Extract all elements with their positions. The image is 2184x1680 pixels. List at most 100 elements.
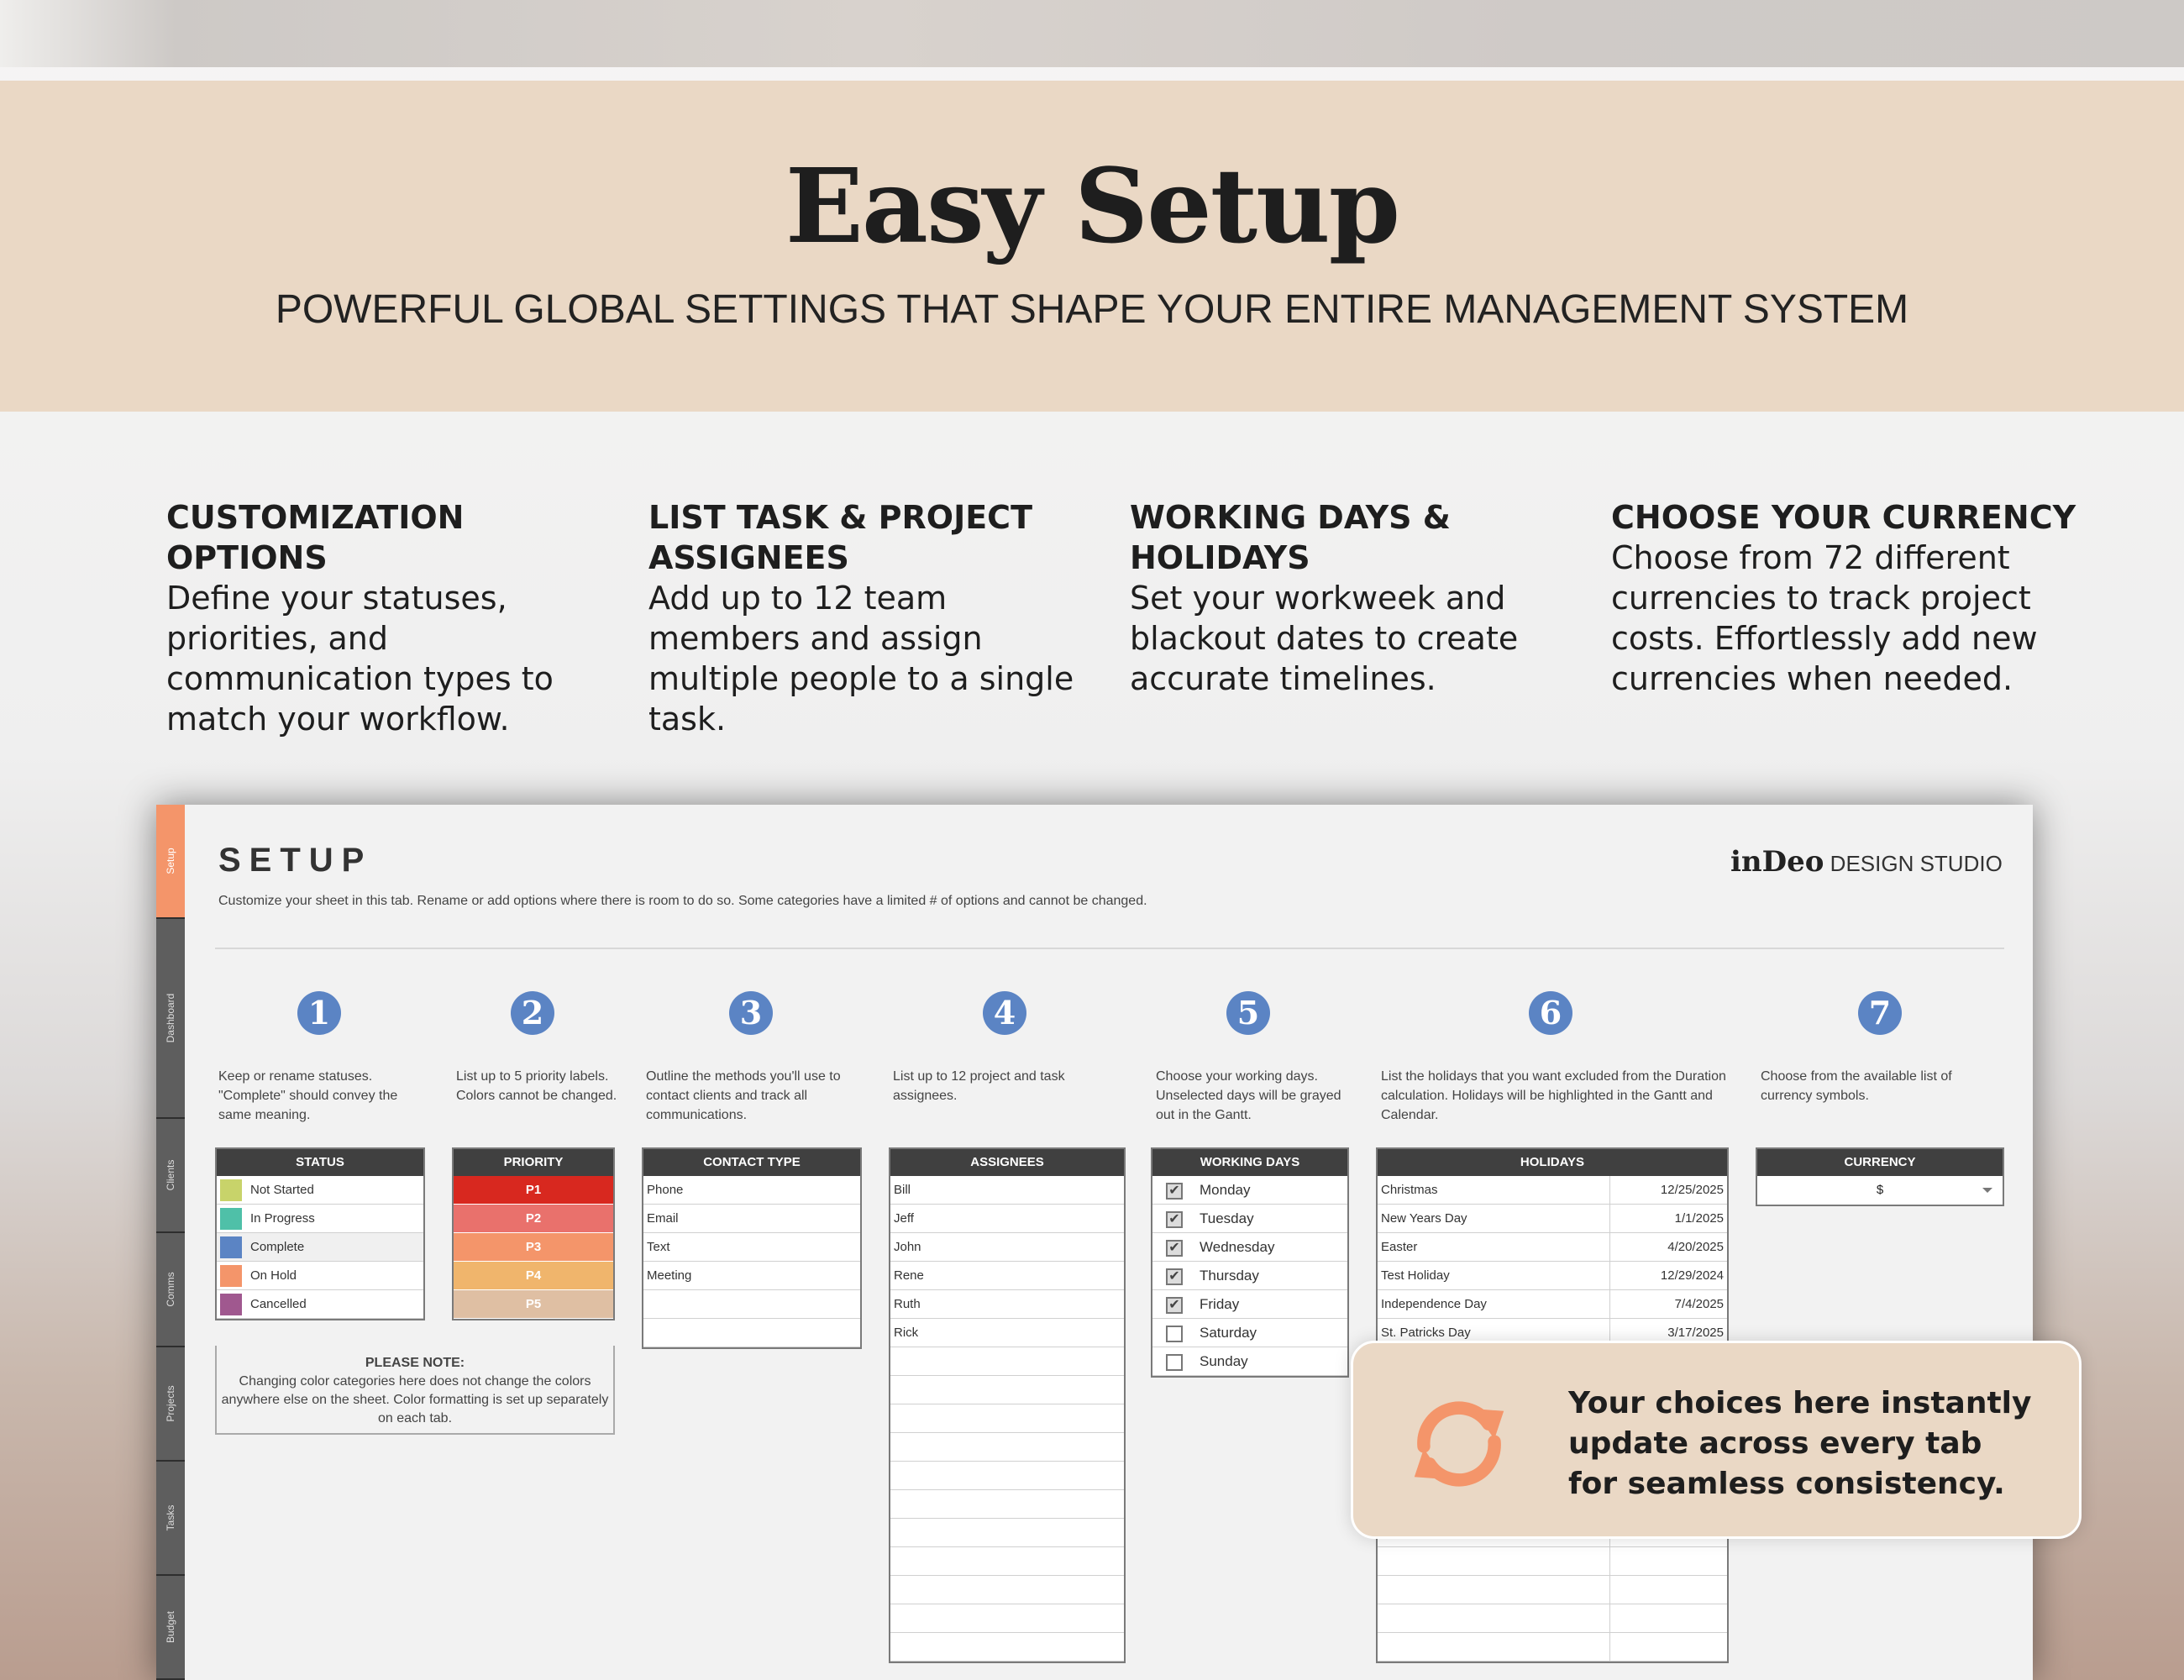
checkbox[interactable]: ✔ <box>1166 1211 1183 1228</box>
table-row[interactable]: Easter 4/20/2025 <box>1378 1233 1727 1262</box>
table-row[interactable]: Text <box>643 1233 860 1262</box>
tab-label: Budget <box>165 1610 176 1644</box>
feature-title: CHOOSE YOUR CURRENCY <box>1611 499 2076 536</box>
table-row[interactable] <box>1378 1576 1727 1604</box>
table-row: Sunday <box>1152 1347 1347 1376</box>
table-row[interactable]: Christmas 12/25/2025 <box>1378 1176 1727 1205</box>
currency-dropdown[interactable]: $ <box>1757 1176 2003 1205</box>
table-row[interactable] <box>890 1547 1124 1576</box>
status-color-swatch <box>220 1294 242 1315</box>
checkbox[interactable]: ✔ <box>1166 1268 1183 1285</box>
table-row[interactable]: Independence Day 7/4/2025 <box>1378 1290 1727 1319</box>
table-row[interactable]: Cancelled <box>217 1290 423 1319</box>
table-row: ✔ Wednesday <box>1152 1233 1347 1262</box>
checkbox[interactable]: ✔ <box>1166 1183 1183 1200</box>
checkbox[interactable]: ✔ <box>1166 1240 1183 1257</box>
table-row[interactable]: P1 <box>454 1176 613 1205</box>
table-row[interactable]: Rick <box>890 1319 1124 1347</box>
logo-brand: inDeo <box>1730 845 1824 879</box>
table-row: ✔ Monday <box>1152 1176 1347 1205</box>
sheet-title: SETUP <box>218 842 373 879</box>
working-day-label: Monday <box>1200 1182 1251 1198</box>
feature-customization: CUSTOMIZATION OPTIONS Define your status… <box>166 497 603 739</box>
table-header: PRIORITY <box>454 1149 613 1176</box>
feature-assignees: LIST TASK & PROJECT ASSIGNEES Add up to … <box>648 497 1085 739</box>
table-row[interactable]: Ruth <box>890 1290 1124 1319</box>
table-row[interactable] <box>890 1347 1124 1376</box>
holiday-date: 12/25/2025 <box>1609 1176 1727 1205</box>
holiday-date: 4/20/2025 <box>1609 1233 1727 1262</box>
table-row[interactable]: New Years Day 1/1/2025 <box>1378 1205 1727 1233</box>
holiday-name: Christmas <box>1381 1183 1438 1197</box>
holiday-date <box>1609 1576 1727 1604</box>
table-row[interactable]: Email <box>643 1205 860 1233</box>
table-header: CURRENCY <box>1757 1149 2003 1176</box>
status-color-swatch <box>220 1236 242 1258</box>
step-number-1: 1 <box>297 991 341 1035</box>
table-header: ASSIGNEES <box>890 1149 1124 1176</box>
table-header: WORKING DAYS <box>1152 1149 1347 1176</box>
tab-dashboard[interactable]: Dashboard <box>156 919 185 1119</box>
table-row[interactable] <box>890 1376 1124 1404</box>
table-row[interactable] <box>643 1319 860 1347</box>
feature-desc: Define your statuses, priorities, and co… <box>166 580 554 738</box>
table-row[interactable] <box>1378 1633 1727 1662</box>
checkbox[interactable] <box>1166 1326 1183 1342</box>
table-row[interactable]: On Hold <box>217 1262 423 1290</box>
table-row[interactable] <box>890 1576 1124 1604</box>
table-row[interactable]: In Progress <box>217 1205 423 1233</box>
tab-comms[interactable]: Comms <box>156 1233 185 1347</box>
tab-tasks[interactable]: Tasks <box>156 1462 185 1576</box>
background-top-strip <box>0 0 2184 67</box>
checkbox[interactable]: ✔ <box>1166 1297 1183 1314</box>
tab-setup[interactable]: Setup <box>156 805 185 919</box>
chevron-down-icon <box>1982 1188 1992 1193</box>
table-row[interactable] <box>1378 1604 1727 1633</box>
table-row[interactable]: Rene <box>890 1262 1124 1290</box>
feature-currency: CHOOSE YOUR CURRENCY Choose from 72 diff… <box>1611 497 2082 699</box>
status-color-swatch <box>220 1179 242 1201</box>
table-row[interactable]: Jeff <box>890 1205 1124 1233</box>
table-row[interactable] <box>643 1290 860 1319</box>
holiday-name: Test Holiday <box>1381 1268 1450 1283</box>
table-row[interactable]: Bill <box>890 1176 1124 1205</box>
table-row[interactable]: P3 <box>454 1233 613 1262</box>
contact-type-table: CONTACT TYPE Phone Email Text Meeting <box>642 1147 862 1349</box>
holiday-name: Independence Day <box>1381 1297 1487 1311</box>
status-color-swatch <box>220 1265 242 1287</box>
page-subtitle: POWERFUL GLOBAL SETTINGS THAT SHAPE YOUR… <box>275 287 1909 332</box>
tab-clients[interactable]: Clients <box>156 1119 185 1233</box>
tab-budget[interactable]: Budget <box>156 1576 185 1680</box>
table-row[interactable] <box>1378 1547 1727 1576</box>
status-label: Not Started <box>250 1183 314 1197</box>
checkbox[interactable] <box>1166 1354 1183 1371</box>
sheet-tab-bar: Setup Dashboard Clients Comms Projects T… <box>156 805 185 1680</box>
tab-projects[interactable]: Projects <box>156 1347 185 1462</box>
table-row[interactable]: Test Holiday 12/29/2024 <box>1378 1262 1727 1290</box>
step-number-3: 3 <box>729 991 773 1035</box>
callout-text: Your choices here instantly update acros… <box>1568 1386 2032 1501</box>
step-number-6: 6 <box>1529 991 1572 1035</box>
table-row[interactable]: Phone <box>643 1176 860 1205</box>
holiday-name <box>1378 1583 1381 1597</box>
table-row[interactable]: Complete <box>217 1233 423 1262</box>
table-row[interactable] <box>890 1433 1124 1462</box>
holiday-date <box>1609 1604 1727 1633</box>
table-row[interactable]: Not Started <box>217 1176 423 1205</box>
table-row[interactable]: P2 <box>454 1205 613 1233</box>
table-row[interactable] <box>890 1404 1124 1433</box>
table-row[interactable]: Meeting <box>643 1262 860 1290</box>
tab-label: Dashboard <box>165 993 176 1043</box>
table-row[interactable] <box>890 1519 1124 1547</box>
table-row[interactable]: P4 <box>454 1262 613 1290</box>
hint-priority: List up to 5 priority labels. Colors can… <box>456 1069 617 1103</box>
table-row[interactable]: John <box>890 1233 1124 1262</box>
table-row[interactable] <box>890 1633 1124 1662</box>
table-row[interactable] <box>890 1462 1124 1490</box>
table-row[interactable] <box>890 1490 1124 1519</box>
table-row[interactable]: P5 <box>454 1290 613 1319</box>
brand-logo: inDeo DESIGN STUDIO <box>1730 845 2003 879</box>
holiday-name <box>1378 1640 1381 1654</box>
table-row[interactable] <box>890 1604 1124 1633</box>
table-row: Saturday <box>1152 1319 1347 1347</box>
